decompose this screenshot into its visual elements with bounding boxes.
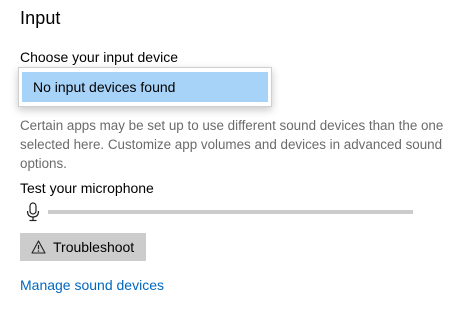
troubleshoot-label: Troubleshoot: [53, 239, 135, 255]
input-device-label: Choose your input device: [20, 49, 178, 65]
microphone-icon: [26, 202, 40, 222]
troubleshoot-button[interactable]: Troubleshoot: [20, 233, 146, 261]
test-microphone-label: Test your microphone: [20, 180, 154, 196]
description-text: Certain apps may be set up to use differ…: [20, 118, 444, 171]
input-device-dropdown[interactable]: No input devices found: [18, 67, 272, 107]
warning-icon: [31, 240, 46, 254]
dropdown-option-no-devices[interactable]: No input devices found: [22, 72, 268, 102]
manage-sound-devices-link[interactable]: Manage sound devices: [20, 277, 164, 293]
microphone-level-bar: [48, 210, 413, 214]
section-title: Input: [20, 8, 61, 28]
